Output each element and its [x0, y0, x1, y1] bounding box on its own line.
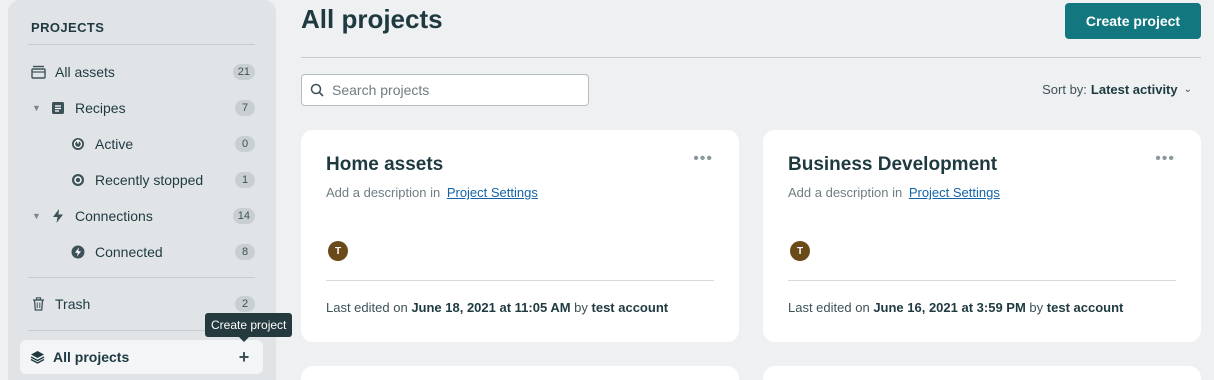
- header-divider: [301, 57, 1201, 58]
- edited-by-prefix: by: [574, 300, 588, 315]
- sidebar-item-label: Trash: [55, 296, 91, 312]
- count-badge: 7: [235, 100, 255, 116]
- more-options-icon[interactable]: •••: [693, 151, 713, 167]
- trash-icon: [30, 296, 46, 312]
- search-icon: [310, 83, 324, 97]
- edited-date: June 18, 2021 at 11:05 AM: [411, 300, 571, 315]
- sidebar-item-label: Connected: [95, 244, 163, 260]
- archive-box-icon: [30, 64, 46, 80]
- edited-by-prefix: by: [1029, 300, 1044, 315]
- sidebar-item-connections[interactable]: ▼ Connections 14: [28, 202, 255, 230]
- search-box[interactable]: [301, 74, 589, 106]
- last-edited: Last edited on June 16, 2021 at 3:59 PM …: [788, 300, 1123, 315]
- sidebar-item-label: Active: [95, 136, 134, 152]
- avatar: T: [790, 241, 810, 261]
- layers-icon: [30, 350, 45, 364]
- add-project-button[interactable]: +: [235, 347, 253, 367]
- project-card[interactable]: Home assets ••• Add a description in Pro…: [301, 130, 739, 342]
- sidebar-item-label: Recently stopped: [95, 172, 204, 188]
- sidebar-heading: PROJECTS: [31, 20, 105, 35]
- last-edited: Last edited on June 18, 2021 at 11:05 AM…: [326, 300, 668, 315]
- sort-prefix: Sort by:: [1042, 82, 1087, 97]
- sidebar-item-label: Recipes: [75, 100, 126, 116]
- caret-down-icon[interactable]: ▼: [32, 211, 44, 221]
- sidebar-item-all-projects[interactable]: All projects +: [20, 340, 263, 374]
- more-options-icon[interactable]: •••: [1155, 151, 1175, 167]
- project-description: Add a description in Project Settings: [326, 185, 538, 200]
- chevron-down-icon: ⌄: [1183, 84, 1192, 95]
- create-project-tooltip: Create project: [205, 313, 293, 342]
- connected-icon: [70, 244, 86, 260]
- edited-prefix: Last edited on: [788, 300, 870, 315]
- sidebar-item-connected[interactable]: Connected 8: [28, 238, 255, 266]
- description-text: Add a description in: [326, 185, 441, 200]
- project-title[interactable]: Home assets: [326, 154, 443, 176]
- active-status-icon: [70, 136, 86, 152]
- project-settings-link[interactable]: Project Settings: [447, 185, 538, 200]
- count-badge: 14: [232, 208, 255, 224]
- project-title[interactable]: Business Development: [788, 154, 997, 176]
- sidebar-divider: [28, 277, 255, 278]
- count-badge: 21: [232, 64, 255, 80]
- caret-down-icon[interactable]: ▼: [32, 103, 44, 113]
- edited-by: test account: [1046, 300, 1124, 315]
- count-badge: 0: [235, 136, 255, 152]
- project-card[interactable]: [763, 366, 1201, 380]
- avatar: T: [328, 241, 348, 261]
- card-divider: [788, 280, 1176, 281]
- sort-value: Latest activity: [1090, 82, 1178, 97]
- project-settings-link[interactable]: Project Settings: [909, 185, 1000, 200]
- page-title: All projects: [301, 4, 443, 34]
- count-badge: 2: [235, 296, 255, 312]
- sidebar-item-recipes[interactable]: ▼ Recipes 7: [28, 94, 255, 122]
- stopped-status-icon: [70, 172, 86, 188]
- edited-by: test account: [591, 300, 669, 315]
- sidebar-item-label: All assets: [55, 64, 115, 80]
- description-text: Add a description in: [788, 185, 903, 200]
- project-card[interactable]: [301, 366, 739, 380]
- count-badge: 1: [235, 172, 255, 188]
- sidebar-item-label: All projects: [53, 349, 130, 365]
- edited-date: June 16, 2021 at 3:59 PM: [873, 300, 1026, 315]
- sidebar-item-all-assets[interactable]: All assets 21: [28, 58, 255, 86]
- lightning-icon: [50, 208, 66, 224]
- sidebar-item-active[interactable]: Active 0: [28, 130, 255, 158]
- sidebar-item-recently-stopped[interactable]: Recently stopped 1: [28, 166, 255, 194]
- sidebar-divider: [28, 44, 255, 45]
- edited-prefix: Last edited on: [326, 300, 408, 315]
- sort-dropdown[interactable]: Sort by: Latest activity ⌄: [1042, 82, 1192, 97]
- recipe-icon: [50, 100, 66, 116]
- project-description: Add a description in Project Settings: [788, 185, 1000, 200]
- project-card[interactable]: Business Development ••• Add a descripti…: [763, 130, 1201, 342]
- card-divider: [326, 280, 714, 281]
- search-input[interactable]: [332, 82, 588, 98]
- count-badge: 8: [235, 244, 255, 260]
- sidebar-item-label: Connections: [75, 208, 153, 224]
- create-project-button[interactable]: Create project: [1065, 3, 1201, 39]
